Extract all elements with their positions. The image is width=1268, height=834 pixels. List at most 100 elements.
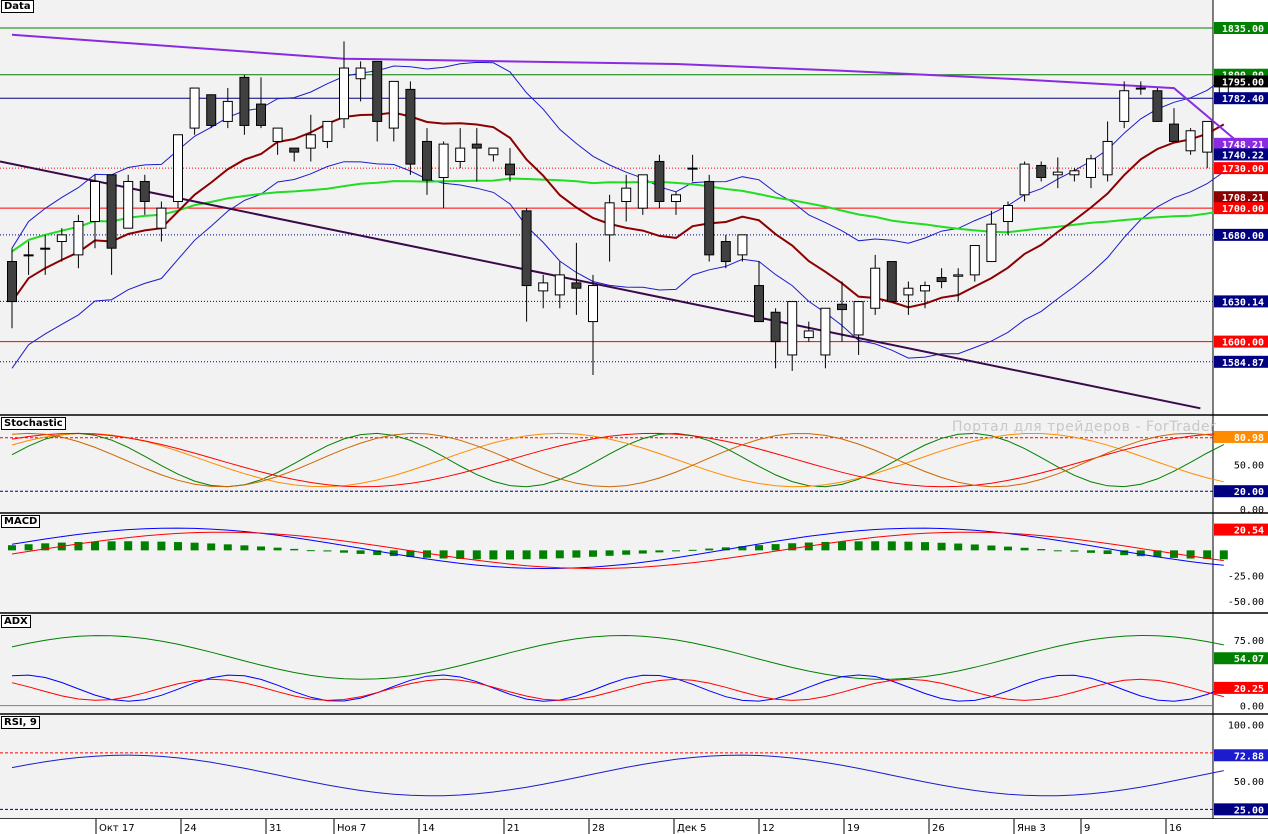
macd-histogram-bar (555, 550, 564, 559)
candle-bullish (903, 287, 914, 296)
candle-bullish (73, 221, 84, 256)
rsi-value-label: 25.00 (1234, 805, 1264, 816)
x-axis-label: 9 (1084, 823, 1090, 834)
macd-histogram-bar (1070, 550, 1079, 552)
candle-bullish (56, 234, 67, 243)
macd-histogram-bar (8, 545, 16, 551)
x-axis-label: Янв 3 (1017, 823, 1046, 834)
macd-histogram-bar (1087, 550, 1095, 553)
price-axis-label: 1630.14 (1222, 297, 1264, 308)
macd-histogram-bar (970, 544, 979, 551)
x-axis-label: 16 (1169, 823, 1182, 834)
candle-bullish (820, 307, 831, 356)
x-axis-label: 21 (507, 823, 520, 834)
macd-histogram-bar (1037, 549, 1046, 551)
candle-bearish (471, 143, 482, 149)
x-axis-label: 19 (847, 823, 860, 834)
candle-bearish (206, 94, 217, 126)
macd-histogram-bar (240, 545, 249, 551)
chart-canvas[interactable]: 1835.001800.001795.001782.401748.211740.… (0, 0, 1268, 834)
macd-histogram-bar (306, 550, 315, 552)
macd-tick-label: -25.00 (1228, 572, 1264, 583)
macd-histogram-bar (356, 550, 365, 554)
candle-bearish (571, 282, 582, 289)
candle-bullish (538, 282, 549, 292)
macd-histogram-bar (140, 541, 149, 551)
price-axis-label: 1680.00 (1222, 231, 1264, 242)
candle-bullish (455, 147, 466, 162)
macd-histogram-bar (904, 541, 913, 551)
price-axis-label: 1600.00 (1222, 338, 1264, 349)
macd-histogram-bar (157, 541, 166, 551)
candle-bullish (272, 127, 283, 142)
macd-histogram-bar (174, 542, 182, 551)
adx-tick-label: 75.00 (1234, 636, 1264, 647)
x-axis-label: 26 (932, 823, 945, 834)
candle-bullish (123, 180, 134, 229)
candle-bullish (969, 245, 980, 276)
stochastic-tick-label: 50.00 (1234, 461, 1264, 472)
macd-histogram-bar (489, 550, 498, 560)
macd-histogram-bar (24, 544, 33, 551)
price-axis-label: 1782.40 (1222, 94, 1264, 105)
candle-bullish (554, 274, 565, 296)
candle-bearish (521, 210, 532, 287)
candle-bullish (621, 187, 632, 202)
candle-bearish (405, 88, 416, 165)
macd-histogram-bar (622, 550, 631, 555)
stochastic-value-label: 80.98 (1234, 433, 1264, 444)
candle-bullish (1086, 158, 1096, 178)
candle-bearish (256, 103, 266, 126)
x-axis-label: 24 (184, 823, 197, 834)
macd-histogram-bar (755, 545, 763, 551)
macd-histogram-bar (871, 541, 880, 551)
candle-bullish (1119, 90, 1130, 122)
candle-bullish (637, 174, 648, 209)
macd-histogram-bar (223, 544, 232, 551)
candle-bullish (339, 67, 349, 120)
macd-histogram-bar (638, 550, 647, 554)
macd-histogram-bar (655, 550, 664, 553)
watermark-text: Портал для трейдеров - ForTrader (952, 419, 1217, 435)
macd-histogram-bar (323, 550, 332, 552)
candle-bullish (222, 100, 233, 122)
macd-histogram-bar (439, 550, 448, 559)
candle-bullish (305, 134, 316, 149)
candle-bullish (1069, 170, 1080, 176)
rsi-tick-label: 100.00 (1228, 721, 1264, 732)
candle-bullish (488, 147, 499, 156)
macd-histogram-bar (954, 543, 963, 551)
candle-bearish (1036, 164, 1047, 178)
candle-bullish (1135, 87, 1146, 90)
candle-bullish (853, 301, 864, 336)
candle-bullish (173, 134, 183, 202)
candle-bullish (604, 202, 615, 236)
candle-bullish (388, 80, 399, 129)
x-axis-label: 31 (269, 823, 282, 834)
candle-bearish (704, 180, 715, 256)
stochastic-panel-label: Stochastic (1, 417, 66, 430)
x-axis-label: 12 (762, 823, 775, 834)
x-axis-label: 28 (592, 823, 605, 834)
candle-bullish (40, 247, 51, 250)
candle-bearish (139, 180, 150, 202)
x-axis-label: Дек 5 (677, 823, 707, 834)
candle-bullish (1019, 163, 1030, 196)
rsi-value-label: 72.88 (1234, 751, 1264, 762)
adx-panel-label: ADX (1, 615, 31, 628)
price-axis-label: 1740.22 (1222, 150, 1264, 161)
candle-bearish (289, 147, 300, 153)
macd-panel-bg (0, 514, 1213, 613)
macd-histogram-bar (605, 550, 614, 556)
macd-value-label: 20.54 (1234, 526, 1264, 537)
price-panel-label: Data (1, 0, 34, 13)
x-axis-label: 14 (422, 823, 435, 834)
macd-histogram-bar (522, 550, 531, 560)
macd-histogram-bar (771, 544, 780, 551)
macd-histogram-bar (688, 549, 697, 551)
rsi-panel-bg (0, 715, 1213, 819)
candle-bullish (588, 285, 598, 323)
candle-bullish (1102, 140, 1113, 176)
candle-bullish (438, 143, 449, 178)
candle-bullish (920, 285, 930, 292)
